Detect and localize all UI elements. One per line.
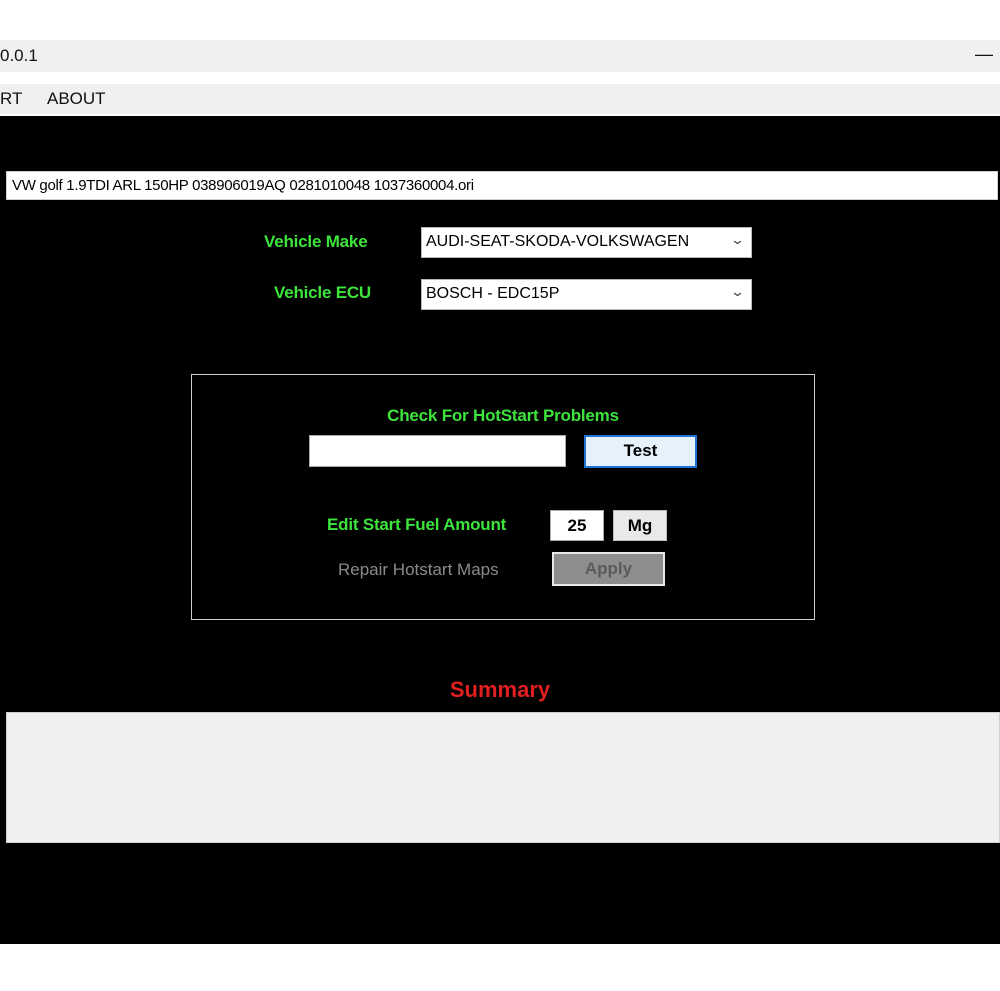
hotstart-result-field[interactable] (309, 435, 566, 467)
menu-item-about[interactable]: ABOUT (47, 89, 106, 109)
hotstart-check-label: Check For HotStart Problems (387, 406, 619, 425)
minimize-icon[interactable]: — (974, 40, 994, 68)
chevron-down-icon: ⌄ (729, 284, 746, 299)
vehicle-ecu-value: BOSCH - EDC15P (426, 285, 560, 302)
vehicle-ecu-select[interactable]: BOSCH - EDC15P ⌄ (421, 279, 752, 310)
window-title: 0.0.1 (0, 46, 38, 65)
menu-item-report[interactable]: RT (0, 89, 22, 109)
hotstart-group: Check For HotStart Problems Test Edit St… (191, 374, 815, 620)
vehicle-make-select[interactable]: AUDI-SEAT-SKODA-VOLKSWAGEN ⌄ (421, 227, 752, 258)
repair-hotstart-label: Repair Hotstart Maps (338, 560, 499, 579)
vehicle-make-value: AUDI-SEAT-SKODA-VOLKSWAGEN (426, 233, 690, 250)
summary-title: Summary (449, 677, 551, 702)
vehicle-ecu-label: Vehicle ECU (274, 283, 372, 302)
main-panel: VW golf 1.9TDI ARL 150HP 038906019AQ 028… (0, 116, 1000, 944)
file-path-field[interactable]: VW golf 1.9TDI ARL 150HP 038906019AQ 028… (6, 171, 998, 200)
start-fuel-input[interactable]: 25 (550, 510, 604, 541)
vehicle-make-label: Vehicle Make (264, 232, 368, 251)
start-fuel-label: Edit Start Fuel Amount (327, 515, 507, 534)
summary-textbox[interactable] (6, 712, 1000, 843)
test-button[interactable]: Test (584, 435, 697, 468)
apply-button[interactable]: Apply (552, 552, 665, 586)
title-bar: 0.0.1 — (0, 40, 1000, 72)
unit-mg-button[interactable]: Mg (613, 510, 667, 541)
menu-bar: RT ABOUT (0, 84, 1000, 114)
chevron-down-icon: ⌄ (729, 232, 746, 247)
